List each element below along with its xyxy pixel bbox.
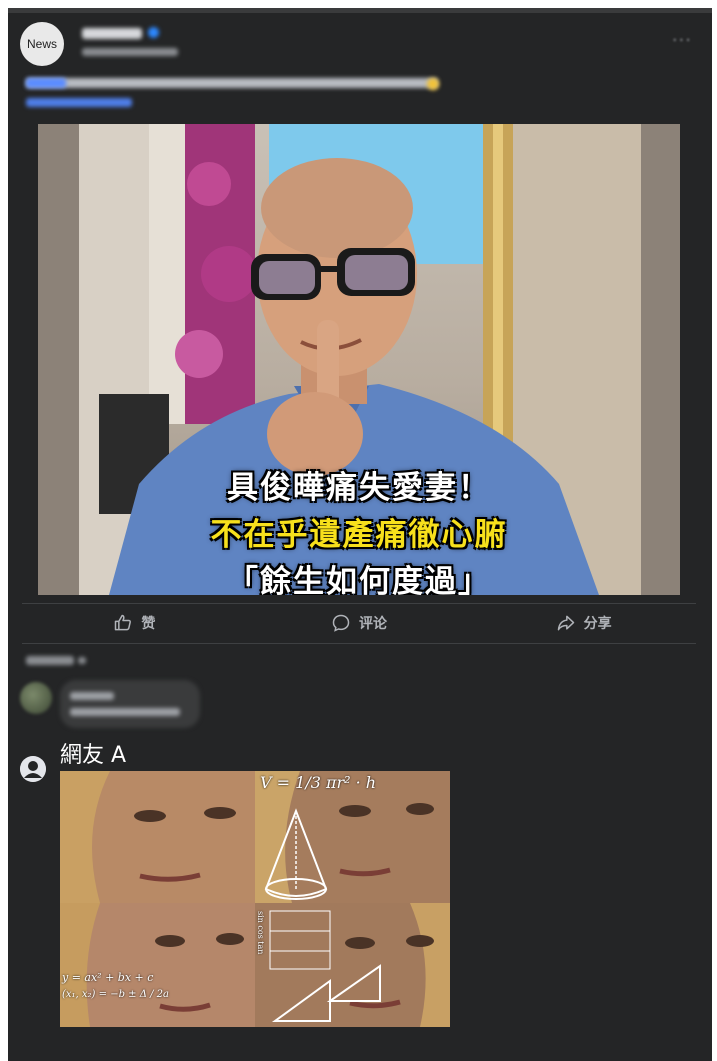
page-name-blurred[interactable] (82, 28, 142, 39)
thumbs-up-icon (115, 614, 132, 631)
post-photo[interactable]: 具俊曄痛失愛妻！ 不在乎遺產痛徹心腑 「餘生如何度過」 (38, 124, 680, 595)
commenter-name-blurred[interactable] (70, 692, 114, 700)
post-card: News ··· 具俊曄痛失愛妻！ 不在乎遺產痛徹心腑 「餘生如何度過」 赞 评… (8, 8, 712, 1061)
post-timestamp-blurred[interactable] (82, 48, 178, 56)
photo-caption-line-3: 「餘生如何度過」 (227, 564, 491, 595)
more-options-icon[interactable]: ··· (672, 30, 692, 51)
comment-bubble-blurred (60, 680, 200, 728)
comment-meme-image[interactable]: V = 1/3 πr² · h y = ax² + bx + c (x₁, x₂… (60, 771, 450, 1027)
chevron-down-icon[interactable] (78, 657, 86, 664)
like-button[interactable]: 赞 (22, 605, 247, 641)
avatar-label: News (26, 37, 57, 51)
share-label: 分享 (583, 616, 612, 632)
like-label: 赞 (141, 616, 156, 632)
meme-formula-trig: sin cos tan (256, 911, 265, 955)
post-hashtag-blurred[interactable] (26, 78, 66, 88)
post-link-blurred[interactable] (26, 98, 132, 107)
emoji-icon (427, 78, 439, 90)
action-bar: 赞 评论 分享 (22, 605, 696, 641)
verified-badge-icon (148, 27, 159, 38)
divider-bottom (22, 643, 696, 644)
commenter-avatar-blurred[interactable] (20, 682, 52, 714)
page-avatar[interactable]: News (20, 22, 64, 66)
meme-formula-quadratic: y = ax² + bx + c (62, 971, 154, 984)
comment-author-name[interactable]: 網友 A (60, 737, 126, 769)
meme-formula-cone: V = 1/3 πr² · h (260, 773, 377, 792)
comment-label: 评论 (359, 616, 387, 632)
comment-sort-blurred[interactable] (26, 656, 74, 665)
user-silhouette-icon[interactable] (20, 756, 46, 782)
meme-formula-roots: (x₁, x₂) = −b ± Δ / 2a (62, 989, 169, 1000)
top-strip (8, 8, 712, 13)
comment-button[interactable]: 评论 (247, 605, 472, 641)
post-text-blurred (26, 78, 438, 88)
comment-icon (332, 614, 350, 632)
share-button[interactable]: 分享 (471, 605, 696, 641)
photo-caption-line-1: 具俊曄痛失愛妻！ (227, 470, 491, 506)
comment-text-blurred (70, 708, 180, 716)
share-icon (557, 615, 574, 631)
photo-caption-line-2: 不在乎遺產痛徹心腑 (210, 517, 508, 553)
divider-top (22, 603, 696, 604)
